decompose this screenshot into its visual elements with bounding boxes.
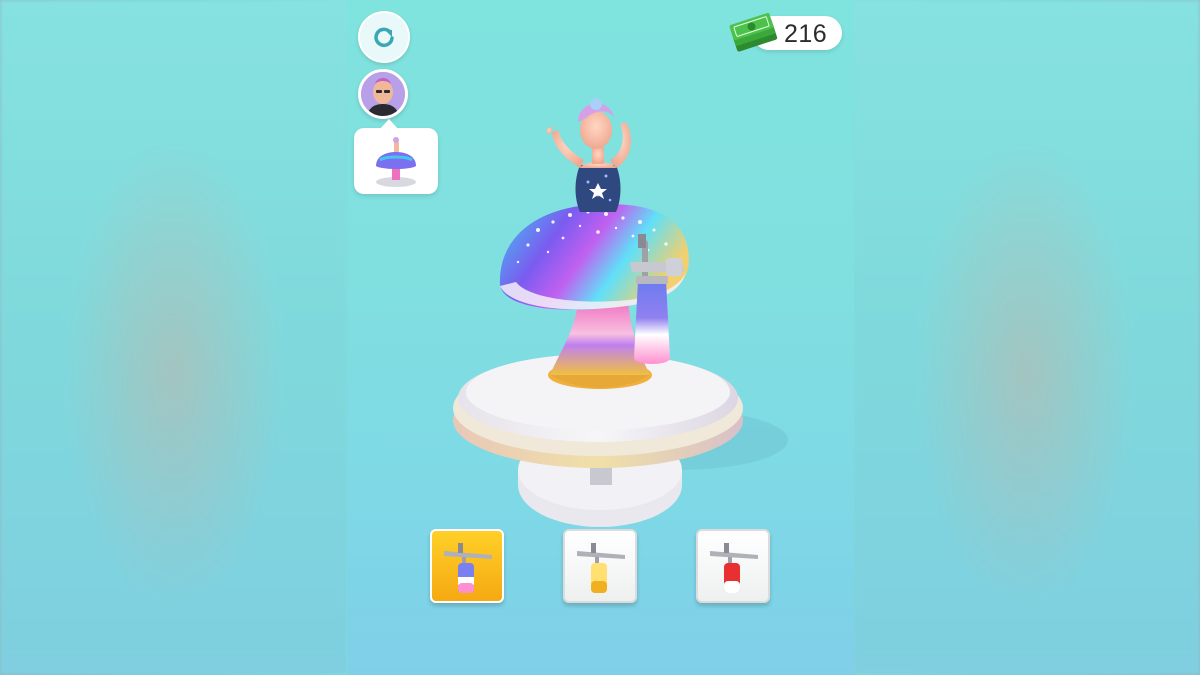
restart-icon [374, 27, 394, 48]
money-value: 216 [784, 20, 828, 48]
airbrush-yellow-icon [577, 543, 625, 593]
airbrush-pastel-button[interactable] [430, 529, 504, 603]
airbrush-pastel-icon [444, 543, 492, 593]
airbrush-red-button[interactable] [696, 529, 770, 603]
mushroom-cake-order-icon [376, 137, 416, 187]
game-screen: 216 [348, 0, 854, 675]
customer-avatar [358, 69, 408, 119]
left-blurred-backdrop [0, 0, 348, 675]
money-counter: 216 [726, 12, 842, 52]
cash-stack-icon [729, 12, 778, 52]
customer-order-bubble [354, 119, 438, 194]
airbrush-red-icon [710, 543, 758, 593]
right-blurred-backdrop [852, 0, 1200, 675]
airbrush-yellow-button[interactable] [563, 529, 637, 603]
restart-button[interactable] [358, 11, 410, 63]
